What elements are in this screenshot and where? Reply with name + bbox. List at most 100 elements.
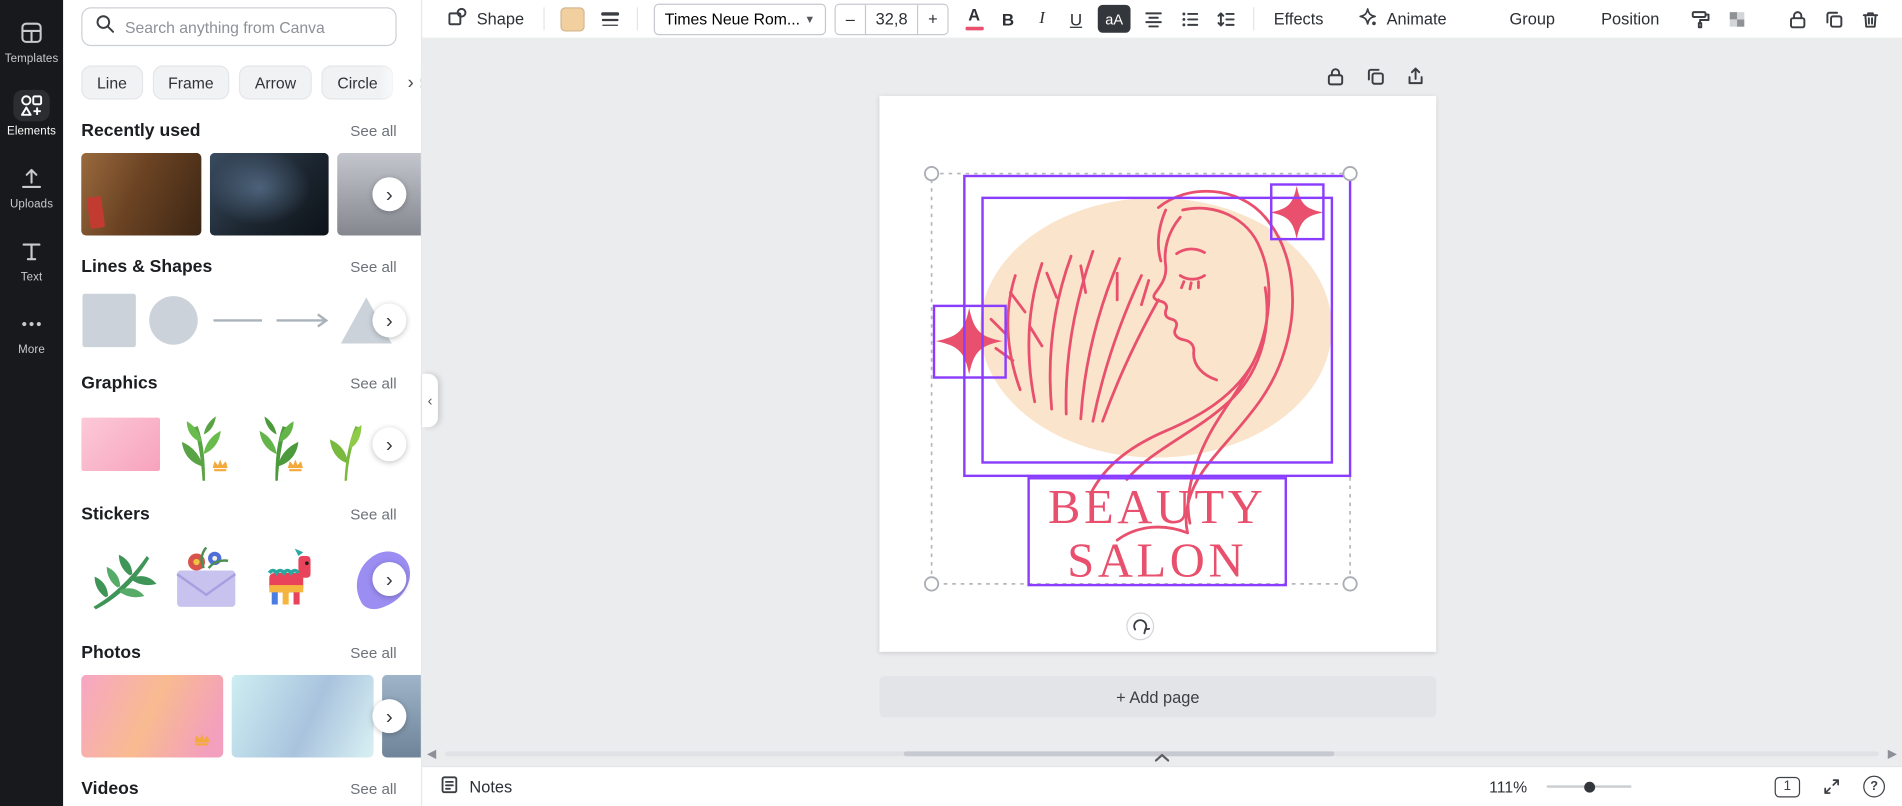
delete-icon[interactable]: [1853, 3, 1887, 35]
scrollbar-thumb[interactable]: [903, 751, 1335, 757]
elements-icon: [13, 89, 50, 122]
canvas-workspace[interactable]: BEAUTY SALON + Add page ◀ ▶: [422, 38, 1902, 766]
copy-style-icon[interactable]: [1684, 3, 1718, 35]
sticker-envelope-flowers[interactable]: [167, 537, 245, 622]
see-all-photos[interactable]: See all: [350, 645, 396, 662]
see-all-lines-shapes[interactable]: See all: [350, 259, 396, 276]
lock-icon[interactable]: [1321, 62, 1350, 91]
duplicate-icon[interactable]: [1817, 3, 1851, 35]
zoom-slider-knob[interactable]: [1583, 781, 1595, 793]
chevron-right-icon[interactable]: ›: [372, 177, 407, 212]
graphic-pink-gradient[interactable]: [81, 405, 161, 483]
see-all-videos[interactable]: See all: [350, 781, 396, 798]
recent-thumb-incense-photo[interactable]: [81, 152, 202, 236]
underline-button[interactable]: U: [1060, 3, 1092, 35]
fullscreen-icon[interactable]: [1817, 772, 1846, 801]
section-title-videos: Videos: [81, 779, 139, 799]
panel-collapse-button[interactable]: ‹: [422, 373, 438, 428]
logo-text-line2[interactable]: SALON: [1067, 535, 1247, 588]
bullet-list-icon[interactable]: [1173, 3, 1207, 35]
sidebar-item-text[interactable]: Text: [0, 223, 63, 296]
animate-button[interactable]: Animate: [1348, 3, 1457, 35]
position-button[interactable]: Position: [1591, 3, 1669, 35]
chevron-right-icon[interactable]: ›: [372, 699, 407, 734]
graphic-green-plant[interactable]: [169, 405, 236, 483]
scroll-right-icon[interactable]: ▶: [1885, 747, 1899, 760]
handle-bottom-right[interactable]: [1342, 576, 1358, 592]
sticker-leaf-branch[interactable]: [81, 537, 159, 622]
font-family-select[interactable]: Times Neue Rom... ▼: [653, 3, 827, 35]
sparkle-star-top[interactable]: [1270, 185, 1324, 240]
canva-editor: Templates Elements Uploads Text More Sea…: [0, 0, 1902, 806]
chevron-down-icon: ▼: [804, 12, 816, 25]
fill-color-swatch[interactable]: [560, 6, 585, 31]
share-icon[interactable]: [1401, 62, 1430, 91]
see-all-graphics[interactable]: See all: [350, 375, 396, 392]
notes-button[interactable]: Notes: [439, 774, 512, 798]
graphic-green-plant[interactable]: [244, 405, 311, 483]
sticker-pinata[interactable]: [254, 537, 332, 622]
text-color-button[interactable]: A: [958, 3, 990, 35]
collapse-statusbar-button[interactable]: [1138, 750, 1187, 765]
editor-toolbar: Shape Times Neue Rom... ▼ – 32,8 + A B I …: [422, 0, 1902, 39]
photos-row: ›: [63, 674, 421, 758]
scroll-left-icon[interactable]: ◀: [425, 747, 439, 760]
help-icon[interactable]: ?: [1863, 775, 1886, 798]
font-size-value[interactable]: 32,8: [864, 4, 919, 34]
zoom-level: 111%: [1489, 777, 1528, 796]
shape-square[interactable]: [81, 289, 137, 352]
recent-thumb-dark-photo[interactable]: [209, 152, 329, 236]
see-all-stickers[interactable]: See all: [350, 506, 396, 523]
text-align-icon[interactable]: [1137, 3, 1171, 35]
sidebar-item-elements[interactable]: Elements: [0, 78, 63, 151]
search-bar[interactable]: [81, 7, 397, 47]
chip-frame[interactable]: Frame: [152, 65, 230, 100]
zoom-slider[interactable]: [1546, 778, 1632, 795]
transparency-icon[interactable]: [1720, 3, 1754, 35]
shape-line[interactable]: [210, 289, 266, 352]
photo-blue-gradient[interactable]: [231, 674, 374, 758]
chevron-right-icon[interactable]: ›: [372, 562, 407, 597]
effects-button[interactable]: Effects: [1264, 3, 1333, 35]
pro-crown-badge: [193, 731, 211, 753]
italic-button[interactable]: I: [1026, 3, 1058, 35]
search-input[interactable]: [124, 17, 384, 36]
rotate-handle[interactable]: [1126, 612, 1155, 641]
border-style-icon[interactable]: [593, 3, 627, 35]
letter-spacing-icon[interactable]: [1209, 3, 1243, 35]
chevron-right-icon[interactable]: ›: [372, 303, 407, 338]
handle-bottom-left[interactable]: [924, 576, 940, 592]
add-page-button[interactable]: + Add page: [879, 676, 1437, 718]
sidebar-item-uploads[interactable]: Uploads: [0, 151, 63, 224]
handle-top-right[interactable]: [1342, 165, 1358, 182]
sidebar-item-templates[interactable]: Templates: [0, 5, 63, 78]
shape-button[interactable]: Shape: [437, 3, 534, 35]
duplicate-icon[interactable]: [1361, 62, 1390, 91]
chips-scroll-arrow[interactable]: ›: [379, 65, 421, 100]
section-title-recently-used: Recently used: [81, 121, 201, 141]
font-size-increase-button[interactable]: +: [918, 4, 948, 34]
page-indicator[interactable]: 1: [1774, 776, 1801, 797]
chip-arrow[interactable]: Arrow: [239, 65, 312, 100]
bold-button[interactable]: B: [992, 3, 1024, 35]
handle-top-left[interactable]: [924, 165, 940, 182]
left-rail: Templates Elements Uploads Text More: [0, 0, 64, 806]
logo-text-line1[interactable]: BEAUTY: [1048, 481, 1267, 534]
logo-text[interactable]: BEAUTY SALON: [1048, 481, 1267, 587]
font-size-stepper: – 32,8 +: [834, 3, 949, 35]
lock-icon[interactable]: [1781, 3, 1815, 35]
status-bar: Notes 111% 1 ?: [422, 765, 1902, 806]
font-size-decrease-button[interactable]: –: [835, 4, 865, 34]
shape-arrow[interactable]: [274, 289, 330, 352]
text-case-button[interactable]: aA: [1097, 4, 1131, 33]
chevron-right-icon[interactable]: ›: [372, 427, 407, 462]
photo-pink-gradient[interactable]: [81, 674, 224, 758]
group-button[interactable]: Group: [1500, 3, 1565, 35]
sidebar-item-more[interactable]: More: [0, 296, 63, 369]
design-canvas[interactable]: BEAUTY SALON: [879, 95, 1437, 652]
chip-line[interactable]: Line: [81, 65, 143, 100]
see-all-recently-used[interactable]: See all: [350, 123, 396, 140]
shape-circle[interactable]: [146, 289, 202, 352]
lines-shapes-row: ›: [63, 289, 421, 352]
more-icon: [13, 308, 49, 340]
